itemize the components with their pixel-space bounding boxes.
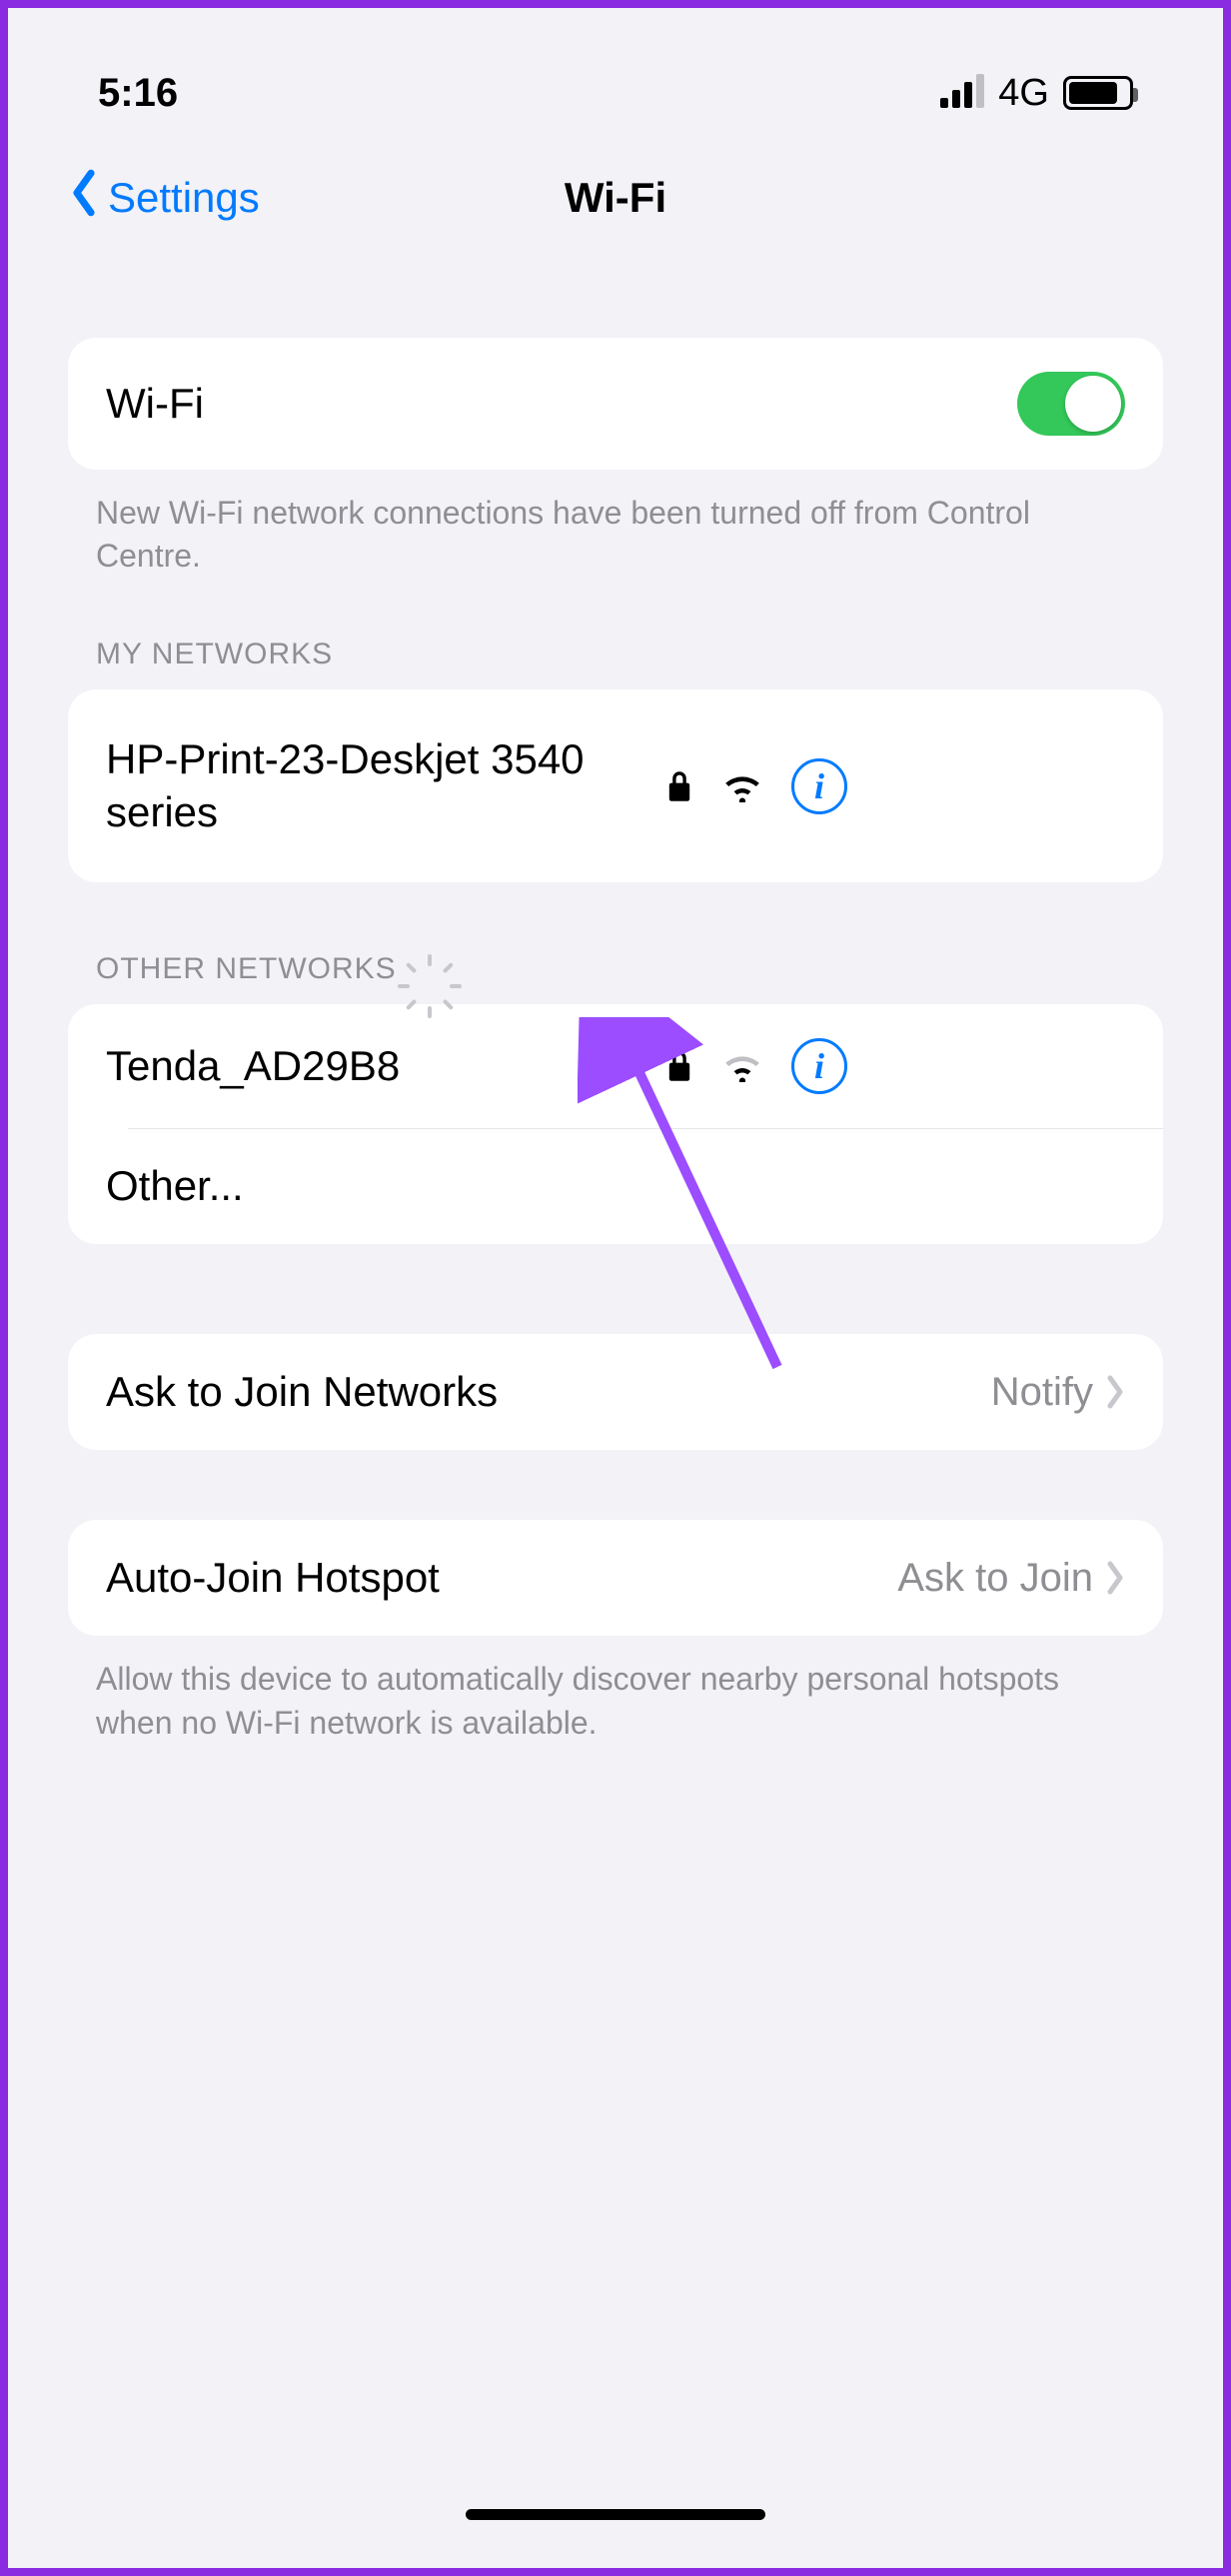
wifi-weak-icon	[721, 1050, 763, 1082]
wifi-toggle[interactable]	[1017, 372, 1125, 436]
back-label: Settings	[108, 174, 260, 222]
cellular-signal-icon	[940, 78, 984, 108]
lock-icon	[665, 769, 693, 803]
auto-join-note: Allow this device to automatically disco…	[68, 1636, 1163, 1744]
home-indicator[interactable]	[466, 2509, 765, 2520]
nav-bar: Settings Wi-Fi	[38, 148, 1193, 248]
chevron-right-icon	[1105, 1561, 1125, 1595]
my-networks-header: MY NETWORKS	[68, 638, 1163, 689]
ask-to-join-label: Ask to Join Networks	[106, 1368, 991, 1416]
other-label: Other...	[106, 1162, 1125, 1210]
back-button[interactable]: Settings	[68, 148, 260, 248]
auto-join-row[interactable]: Auto-Join Hotspot Ask to Join	[68, 1520, 1163, 1636]
other-networks-header: OTHER NETWORKS	[68, 952, 1163, 1004]
lock-icon	[665, 1049, 693, 1083]
ask-to-join-value: Notify	[991, 1370, 1093, 1415]
network-name: Tenda_AD29B8	[106, 1040, 665, 1093]
chevron-left-icon	[68, 169, 100, 227]
other-network-row[interactable]: Other...	[68, 1128, 1163, 1244]
auto-join-value: Ask to Join	[897, 1556, 1093, 1601]
ask-to-join-row[interactable]: Ask to Join Networks Notify	[68, 1334, 1163, 1450]
wifi-note: New Wi-Fi network connections have been …	[68, 470, 1163, 578]
battery-icon	[1063, 76, 1133, 110]
status-time: 5:16	[98, 71, 178, 116]
network-row[interactable]: Tenda_AD29B8 i	[68, 1004, 1163, 1128]
auto-join-label: Auto-Join Hotspot	[106, 1554, 897, 1602]
network-name: HP-Print-23-Deskjet 3540 series	[106, 733, 665, 838]
network-row[interactable]: HP-Print-23-Deskjet 3540 series i	[68, 689, 1163, 882]
wifi-toggle-row[interactable]: Wi-Fi	[68, 338, 1163, 470]
wifi-icon	[721, 770, 763, 802]
info-button[interactable]: i	[791, 1038, 847, 1094]
page-title: Wi-Fi	[565, 174, 666, 222]
info-button[interactable]: i	[791, 758, 847, 814]
chevron-right-icon	[1105, 1375, 1125, 1409]
wifi-label: Wi-Fi	[106, 380, 1017, 428]
network-type-label: 4G	[998, 72, 1049, 115]
status-bar: 5:16 4G	[38, 38, 1193, 148]
spinner-icon	[411, 952, 445, 986]
